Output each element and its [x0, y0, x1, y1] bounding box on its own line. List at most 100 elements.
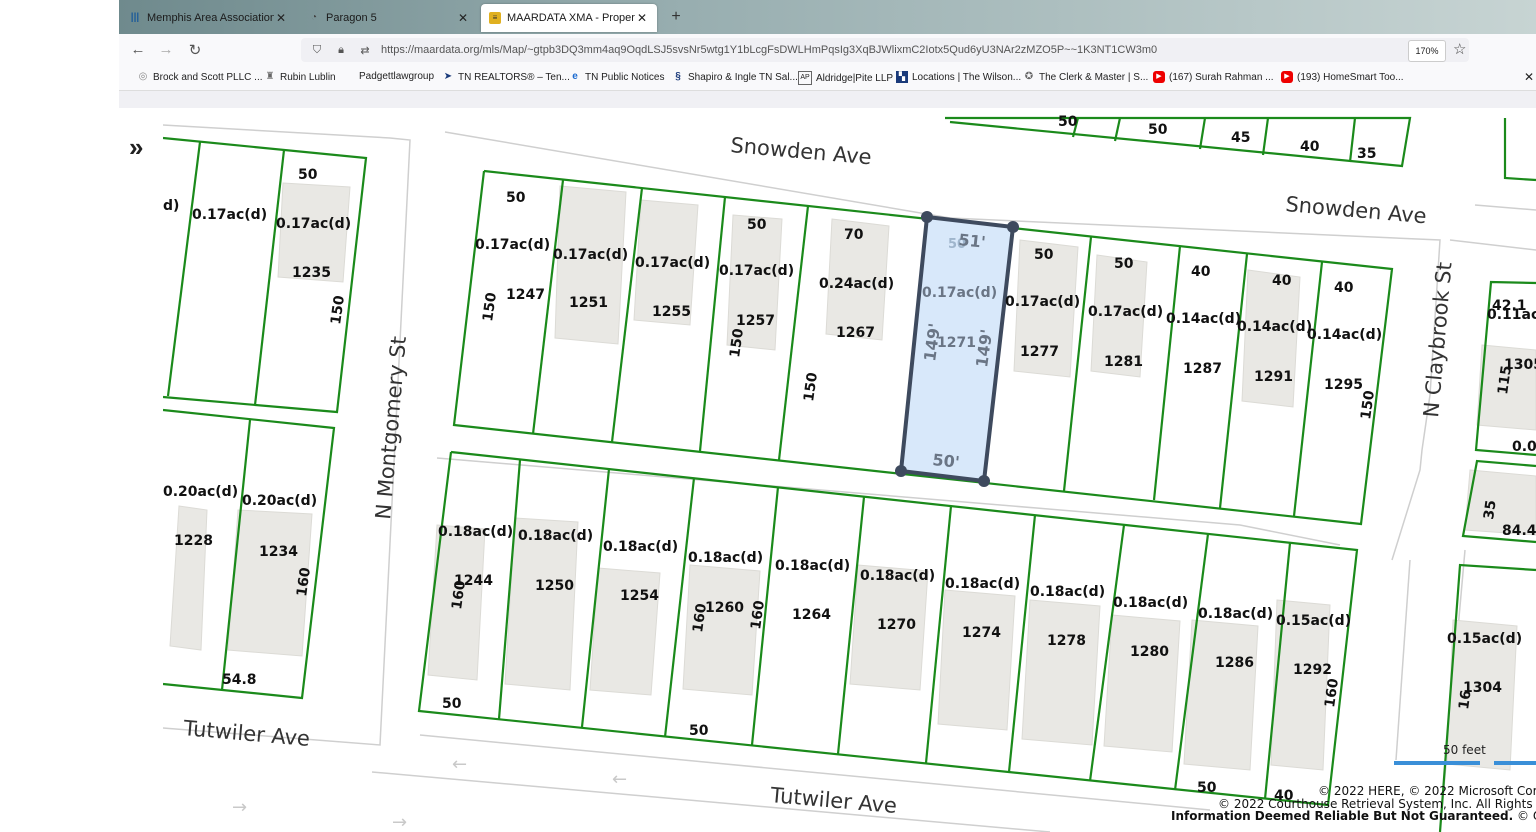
dimension-label: 40: [1334, 280, 1354, 296]
close-icon[interactable]: ✕: [274, 11, 288, 25]
map-icon: ▚: [896, 71, 908, 83]
address-label: 1235: [292, 265, 331, 281]
youtube-icon: ▶: [1153, 71, 1165, 83]
vertex-handle[interactable]: [978, 475, 990, 487]
bookmark-label: Locations | The Wilson...: [912, 71, 1022, 83]
bookmark-label: Aldridge|Pite LLP: [816, 72, 894, 84]
svg-text:←: ←: [612, 769, 627, 790]
address-label: 1250: [535, 578, 574, 594]
acreage-label: 0.18ac(d): [1030, 584, 1105, 600]
attribution-line: Information Deemed Reliable But Not Guar…: [1171, 809, 1536, 823]
map-canvas[interactable]: ← ← → → Snowden Ave Snowden Ave N Montgo…: [163, 108, 1536, 832]
street-label-montgomery: N Montgomery St: [371, 335, 411, 520]
vertex-handle[interactable]: [921, 211, 933, 223]
url-text[interactable]: https://maardata.org/mls/Map/~gtpb3DQ3mm…: [381, 44, 1157, 56]
address-label: 1247: [506, 287, 545, 303]
acreage-label: 0.24ac(d): [819, 276, 894, 292]
dimension-label: 70: [844, 227, 864, 243]
acreage-label: 0.15ac(d): [1276, 613, 1351, 629]
scale-label: 50 feet: [1443, 743, 1486, 757]
bookmark-item[interactable]: e TN Public Notices: [569, 71, 664, 83]
dimension-label: 150: [801, 371, 821, 402]
bookmark-item[interactable]: AP Aldridge|Pite LLP: [798, 71, 893, 85]
acreage-label: 0.15ac(d): [1447, 631, 1522, 647]
bookmark-item[interactable]: Padgettlawgroup: [359, 71, 434, 82]
vertex-handle[interactable]: [895, 465, 907, 477]
close-icon[interactable]: ✕: [1524, 70, 1534, 84]
dimension-label: 150: [727, 327, 747, 358]
reload-button[interactable]: ↻: [186, 41, 204, 59]
bookmark-item[interactable]: ▶ (167) Surah Rahman ...: [1153, 71, 1274, 83]
street-label-snowden: Snowden Ave: [730, 133, 873, 169]
new-tab-button[interactable]: +: [667, 8, 685, 26]
bookmark-label: (167) Surah Rahman ...: [1169, 71, 1274, 83]
lock-icon[interactable]: 🔒︎: [333, 44, 349, 57]
svg-text:→: →: [392, 812, 407, 832]
address-label: 1295: [1324, 377, 1363, 393]
bookmark-item[interactable]: ♜ Rubin Lublin: [264, 71, 336, 83]
address-label: 1234: [259, 544, 298, 560]
arrow-icon: ➤: [443, 71, 453, 82]
address-label: 1270: [877, 617, 916, 633]
address-label: 1260: [705, 600, 744, 616]
permissions-icon[interactable]: ⇄: [357, 44, 373, 57]
bookmark-item[interactable]: § Shapiro & Ingle TN Sal...: [672, 71, 798, 83]
acreage-label: d): [163, 198, 179, 214]
bookmark-item[interactable]: ✪ The Clerk & Master | S...: [1023, 71, 1149, 83]
shield-icon[interactable]: ⛉: [309, 44, 325, 57]
bookmark-item[interactable]: ➤ TN REALTORS® – Ten...: [442, 71, 570, 83]
dimension-label: 35: [1357, 146, 1376, 162]
acreage-label: 0.20ac(d): [163, 484, 238, 500]
address-label: 1277: [1020, 344, 1059, 360]
back-button[interactable]: ←: [129, 41, 147, 58]
acreage-label: 0.17ac(d): [475, 237, 550, 253]
close-icon[interactable]: ✕: [456, 11, 470, 25]
address-label: 1251: [569, 295, 608, 311]
bookmark-label: TN Public Notices: [585, 71, 665, 83]
address-bar[interactable]: ⛉ 🔒︎ ⇄ https://maardata.org/mls/Map/~gtp…: [301, 38, 1469, 62]
expand-panel-icon[interactable]: »: [129, 132, 144, 163]
tab-paragon[interactable]: ◔ Paragon 5 ✕: [300, 4, 478, 32]
maardata-icon: ≡: [489, 12, 501, 24]
paragon-icon: ◔: [310, 12, 318, 23]
street-labels: Snowden Ave Snowden Ave N Montgomery St …: [182, 133, 1457, 818]
address-label: 1287: [1183, 361, 1222, 377]
bookmark-item[interactable]: ▚ Locations | The Wilson...: [896, 71, 1021, 83]
seal-icon: ✪: [1024, 71, 1034, 82]
property-map[interactable]: ← ← → → Snowden Ave Snowden Ave N Montgo…: [163, 108, 1536, 832]
acreage-label: 0.17ac(d): [922, 285, 997, 301]
address-label: 1292: [1293, 662, 1332, 678]
svg-text:←: ←: [452, 754, 467, 775]
acreage-label: 0.18ac(d): [603, 539, 678, 555]
dimension-label: 150: [328, 294, 348, 325]
acreage-label: 0.20ac(d): [242, 493, 317, 509]
dimension-label: 45: [1231, 130, 1250, 146]
acreage-label: 0.17ac(d): [719, 263, 794, 279]
acreage-label: 0.11ac: [1487, 307, 1536, 323]
bookmarks-bar: ◎ Brock and Scott PLLC ... ♜ Rubin Lublin …: [119, 66, 1536, 91]
acreage-label: 0.18ac(d): [1198, 606, 1273, 622]
map-attribution: © 2022 HERE, © 2022 Microsoft Corpor © 2…: [1171, 784, 1536, 823]
acreage-label: 0.17ac(d): [1005, 294, 1080, 310]
bookmark-label: Rubin Lublin: [280, 71, 336, 83]
svg-text:→: →: [232, 797, 247, 818]
zoom-indicator[interactable]: 170%: [1408, 40, 1446, 62]
address-label: 1291: [1254, 369, 1293, 385]
acreage-label: 0.17ac(d): [553, 247, 628, 263]
tab-strip: ||| Memphis Area Association of R ✕ ◔ Pa…: [119, 0, 1536, 34]
forward-button[interactable]: →: [157, 41, 175, 58]
bookmark-item[interactable]: ◎ Brock and Scott PLLC ...: [137, 71, 263, 83]
vertex-handle[interactable]: [1007, 221, 1019, 233]
disclaimer-text: Information Deemed Reliable But Not Guar…: [1171, 809, 1513, 823]
attribution-line: © 2022 HERE, © 2022 Microsoft Corpor: [1318, 784, 1536, 798]
address-label: 1281: [1104, 354, 1143, 370]
dimension-label: 40: [1272, 273, 1292, 289]
acreage-label: 0.18ac(d): [688, 550, 763, 566]
dimension-label: 16: [1456, 689, 1475, 711]
tab-maardata[interactable]: ≡ MAARDATA XMA - Property M ✕: [481, 4, 657, 32]
bookmark-item[interactable]: ▶ (193) HomeSmart Too...: [1281, 71, 1404, 83]
bookmark-star-icon[interactable]: ☆: [1453, 40, 1466, 58]
close-icon[interactable]: ✕: [635, 11, 649, 25]
acreage-label: 0.18ac(d): [1113, 595, 1188, 611]
tab-memphis-association[interactable]: ||| Memphis Area Association of R ✕: [121, 4, 296, 32]
